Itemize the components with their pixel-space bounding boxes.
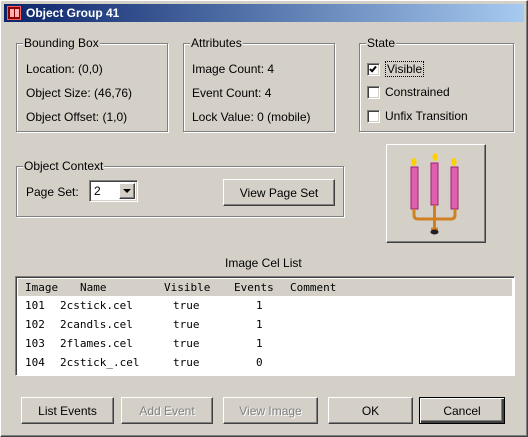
page-set-label: Page Set: — [26, 185, 79, 199]
cell-name: 2flames.cel — [60, 337, 133, 350]
cancel-button[interactable]: Cancel — [419, 397, 505, 424]
candle-left — [410, 166, 419, 210]
constrained-checkbox[interactable] — [367, 85, 380, 99]
cell-image: 102 — [25, 318, 45, 331]
event-count-label: Event Count: 4 — [192, 86, 272, 100]
cell-name: 2candls.cel — [60, 318, 133, 331]
location-label: Location: (0,0) — [26, 62, 103, 76]
table-row[interactable]: 101 2cstick.cel true 1 — [18, 296, 512, 315]
list-header: Image Name Visible Events Comment — [18, 279, 512, 296]
unfix-transition-checkbox-label[interactable]: Unfix Transition — [385, 109, 468, 123]
constrained-checkbox-label[interactable]: Constrained — [385, 85, 450, 99]
title-bar[interactable]: Object Group 41 — [4, 4, 524, 22]
object-size-label: Object Size: (46,76) — [26, 86, 133, 100]
cell-visible: true — [173, 318, 200, 331]
column-header-comment[interactable]: Comment — [290, 279, 336, 296]
cell-image: 103 — [25, 337, 45, 350]
attributes-legend: Attributes — [190, 36, 243, 50]
cell-visible: true — [173, 299, 200, 312]
bounding-box-legend: Bounding Box — [23, 36, 100, 50]
candelabra-base — [430, 229, 439, 235]
image-cel-list-title: Image Cel List — [225, 256, 302, 270]
image-cel-list[interactable]: Image Name Visible Events Comment 101 2c… — [15, 276, 515, 376]
unfix-transition-checkbox[interactable] — [367, 109, 380, 123]
list-events-button[interactable]: List Events — [21, 397, 114, 424]
visible-checkbox[interactable] — [367, 62, 380, 76]
flame-center — [432, 153, 438, 161]
check-mark-icon — [369, 64, 377, 72]
lock-value-label: Lock Value: 0 (mobile) — [192, 110, 311, 124]
cell-name: 2cstick_.cel — [60, 356, 140, 369]
visible-checkbox-row[interactable]: Visible — [367, 61, 425, 77]
page-set-select[interactable]: 2 — [89, 180, 138, 202]
unfix-transition-checkbox-row[interactable]: Unfix Transition — [367, 109, 468, 123]
column-header-image[interactable]: Image — [25, 279, 58, 296]
object-context-legend: Object Context — [23, 159, 105, 173]
cell-name: 2cstick.cel — [60, 299, 133, 312]
view-image-button[interactable]: View Image — [223, 397, 318, 424]
ok-button[interactable]: OK — [328, 397, 413, 424]
column-header-visible[interactable]: Visible — [164, 279, 210, 296]
table-row[interactable]: 102 2candls.cel true 1 — [18, 315, 512, 334]
cell-visible: true — [173, 356, 200, 369]
app-icon — [7, 6, 21, 20]
add-event-button[interactable]: Add Event — [121, 397, 213, 424]
object-offset-label: Object Offset: (1,0) — [26, 110, 128, 124]
candelabra-icon — [410, 153, 459, 235]
candelabra-holder — [412, 205, 457, 231]
candle-right — [450, 166, 459, 210]
window-title: Object Group 41 — [26, 6, 120, 20]
flame-left — [411, 158, 417, 166]
cell-events: 1 — [256, 337, 263, 350]
image-count-label: Image Count: 4 — [192, 62, 275, 76]
cell-visible: true — [173, 337, 200, 350]
object-preview — [386, 144, 486, 243]
view-page-set-button[interactable]: View Page Set — [223, 179, 335, 206]
cell-events: 0 — [256, 356, 263, 369]
table-row[interactable]: 103 2flames.cel true 1 — [18, 334, 512, 353]
visible-checkbox-label[interactable]: Visible — [385, 61, 425, 77]
cell-events: 1 — [256, 318, 263, 331]
column-header-name[interactable]: Name — [80, 279, 107, 296]
state-legend: State — [366, 36, 397, 50]
column-header-events[interactable]: Events — [234, 279, 274, 296]
candle-center — [430, 162, 439, 206]
constrained-checkbox-row[interactable]: Constrained — [367, 85, 450, 99]
cell-image: 101 — [25, 299, 45, 312]
cell-image: 104 — [25, 356, 45, 369]
flame-right — [451, 158, 457, 166]
page-set-value: 2 — [94, 184, 101, 198]
object-group-dialog: Object Group 41 Bounding Box Location: (… — [0, 0, 528, 437]
table-row[interactable]: 104 2cstick_.cel true 0 — [18, 353, 512, 372]
cell-events: 1 — [256, 299, 263, 312]
chevron-down-icon[interactable] — [119, 183, 135, 199]
